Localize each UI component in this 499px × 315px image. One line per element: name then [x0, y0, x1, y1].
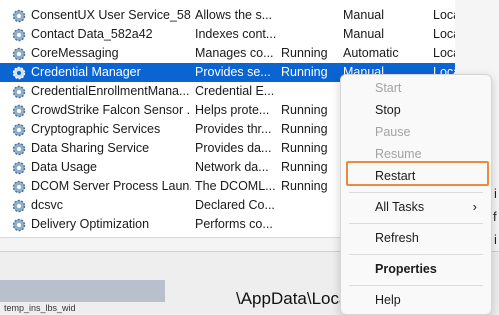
service-name: CrowdStrike Falcon Sensor ...	[31, 103, 191, 117]
service-row[interactable]: CoreMessaging Manages co... Running Auto…	[0, 44, 455, 63]
gear-icon	[12, 180, 26, 194]
menu-item-stop[interactable]: Stop	[341, 100, 491, 122]
service-logon: Loca	[433, 46, 455, 60]
menu-item-pause[interactable]: Pause	[341, 122, 491, 144]
service-startup-type: Automatic	[343, 46, 399, 60]
service-description: Helps prote...	[195, 103, 270, 117]
chevron-right-icon: ›	[472, 199, 477, 214]
service-status: Running	[281, 65, 328, 79]
menu-separator	[349, 192, 483, 193]
service-name: Data Usage	[31, 160, 98, 174]
gear-icon	[12, 104, 26, 118]
service-status: Running	[281, 122, 328, 136]
service-startup-type: Manual	[343, 27, 384, 41]
gear-icon	[12, 123, 26, 137]
menu-separator	[349, 254, 483, 255]
menu-item-help[interactable]: Help	[341, 290, 491, 312]
service-status: Running	[281, 179, 328, 193]
menu-separator	[349, 285, 483, 286]
menu-item-start[interactable]: Start	[341, 78, 491, 100]
service-logon: Loca	[433, 27, 455, 41]
service-status: Running	[281, 160, 328, 174]
gear-icon	[12, 28, 26, 42]
service-row[interactable]: Contact Data_582a42 Indexes cont... Manu…	[0, 25, 455, 44]
gear-icon	[12, 85, 26, 99]
service-description: Declared Co...	[195, 198, 275, 212]
gear-icon	[12, 142, 26, 156]
service-status: Running	[281, 141, 328, 155]
service-description: Provides se...	[195, 65, 271, 79]
menu-item-label: Resume	[375, 147, 422, 161]
menu-item-properties[interactable]: Properties	[341, 259, 491, 281]
service-name: Credential Manager	[31, 65, 141, 79]
service-name: ConsentUX User Service_58...	[31, 8, 191, 22]
gear-icon	[12, 47, 26, 61]
service-name: DCOM Server Process Laun...	[31, 179, 191, 193]
menu-item-refresh[interactable]: Refresh	[341, 228, 491, 250]
service-description: Indexes cont...	[195, 27, 277, 41]
service-description: Credential E...	[195, 84, 275, 98]
service-description: Provides da...	[195, 141, 272, 155]
service-logon: Loca	[433, 8, 455, 22]
service-name: CredentialEnrollmentMana...	[31, 84, 190, 98]
service-name: Cryptographic Services	[31, 122, 161, 136]
gear-icon	[12, 218, 26, 232]
service-description: The DCOML...	[195, 179, 276, 193]
background-text-fragment: i	[494, 186, 497, 201]
background-thumbnail	[0, 280, 165, 302]
service-description: Provides thr...	[195, 122, 272, 136]
restart-highlight-box	[346, 161, 489, 186]
menu-item-label: Start	[375, 81, 402, 95]
service-name: Delivery Optimization	[31, 217, 150, 231]
menu-item-label: Stop	[375, 103, 401, 117]
menu-item-label: All Tasks	[375, 200, 425, 214]
menu-item-label: Properties	[375, 262, 437, 276]
service-status: Running	[281, 46, 328, 60]
service-name: CoreMessaging	[31, 46, 119, 60]
menu-item-label: Refresh	[375, 231, 419, 245]
menu-separator	[349, 223, 483, 224]
service-name: Data Sharing Service	[31, 141, 150, 155]
menu-item-all-tasks[interactable]: All Tasks ›	[341, 197, 491, 219]
menu-item-label: Help	[375, 293, 401, 307]
service-name: dcsvc	[31, 198, 63, 212]
service-status: Running	[281, 103, 328, 117]
gear-icon	[12, 66, 26, 80]
service-name: Contact Data_582a42	[31, 27, 153, 41]
service-row[interactable]: ConsentUX User Service_58... Allows the …	[0, 6, 455, 25]
gear-icon	[12, 161, 26, 175]
service-description: Allows the s...	[195, 8, 273, 22]
gear-icon	[12, 199, 26, 213]
service-startup-type: Manual	[343, 8, 384, 22]
service-description: Performs co...	[195, 217, 273, 231]
menu-item-label: Pause	[375, 125, 411, 139]
context-menu: Start Stop Pause Resume Restart All Task…	[340, 74, 492, 315]
service-description: Network da...	[195, 160, 269, 174]
background-text-fragment: i	[494, 232, 497, 247]
thumbnail-label: temp_ins_lbs_wid	[4, 303, 76, 313]
service-description: Manages co...	[195, 46, 274, 60]
gear-icon	[12, 9, 26, 23]
background-path-text: \AppData\Local	[236, 289, 353, 308]
background-text-fragment: f	[493, 209, 497, 224]
